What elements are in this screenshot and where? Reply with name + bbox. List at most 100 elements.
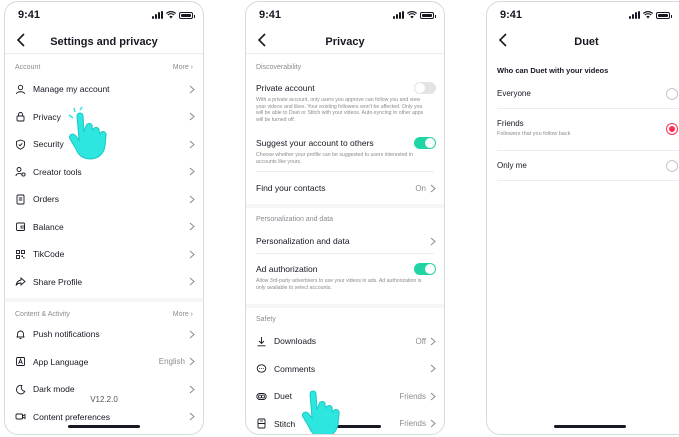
nav-bar: Privacy: [246, 28, 444, 54]
settings-row[interactable]: TikCode: [15, 244, 195, 264]
settings-row[interactable]: Content preferences: [15, 407, 195, 427]
page-title: Privacy: [325, 36, 365, 48]
section-label: Personalization and data: [256, 216, 334, 223]
chevron-right-icon: [189, 222, 195, 231]
option-label: Only me: [497, 161, 527, 170]
tap-hand-icon: [302, 390, 340, 434]
stitch-icon: [256, 418, 267, 429]
chevron-right-icon: [430, 237, 436, 245]
page-title: Duet: [574, 36, 599, 48]
version-label: V12.2.0: [90, 395, 118, 404]
status-bar: 9:41: [246, 2, 444, 26]
ad-authorization-row: Ad authorization: [256, 259, 436, 279]
section-label: Discoverability: [256, 64, 302, 71]
row-label: App Language: [33, 356, 89, 367]
row-label: Push notifications: [33, 329, 100, 339]
chevron-right-icon: [189, 277, 195, 286]
shield-icon: [15, 139, 26, 150]
duet-question: Who can Duet with your videos: [497, 66, 609, 75]
chevron-right-icon: [189, 330, 195, 338]
suggest-account-description: Choose whether your profile can be sugge…: [256, 152, 413, 165]
private-account-row: Private account: [256, 78, 436, 98]
duet-option[interactable]: Friends Followers that you follow back: [497, 115, 678, 145]
private-account-toggle[interactable]: [414, 82, 436, 94]
duet-option[interactable]: Everyone: [497, 85, 678, 103]
settings-row[interactable]: Creator tools: [15, 162, 195, 182]
lock-icon: [15, 111, 26, 122]
orders-icon: [15, 194, 26, 205]
chevron-right-icon: [430, 392, 436, 400]
private-account-description: With a private account, only users you a…: [256, 97, 424, 123]
duet-icon: [256, 391, 267, 402]
section-divider: [5, 298, 203, 302]
row-label: Ad authorization: [256, 264, 318, 274]
page-title: Settings and privacy: [50, 36, 158, 48]
nav-bar: Duet: [487, 28, 679, 54]
chevron-right-icon: [189, 195, 195, 203]
safety-header: Safety: [256, 316, 434, 323]
more-link-label: More: [172, 64, 189, 71]
radio-button[interactable]: [666, 88, 678, 100]
chevron-right-icon: [189, 85, 195, 93]
row-label: Private account: [256, 83, 315, 93]
creator-tools-icon: [15, 166, 26, 177]
row-label: Personalization and data: [256, 236, 350, 246]
row-label: Comments: [274, 363, 316, 374]
row-label: Manage my account: [33, 84, 110, 94]
more-link[interactable]: More ›: [173, 64, 193, 71]
settings-row[interactable]: Orders: [15, 189, 195, 209]
discoverability-header: Discoverability: [256, 64, 434, 71]
status-bar: 9:41: [5, 2, 203, 26]
download-icon: [256, 336, 267, 347]
row-label: TikCode: [33, 249, 65, 259]
section-label: Content & Activity: [15, 311, 70, 318]
battery-icon: [656, 12, 672, 19]
row-label: Orders: [33, 194, 59, 204]
settings-row[interactable]: Downloads Off: [256, 331, 436, 351]
settings-row[interactable]: Comments: [256, 359, 436, 379]
section-label: Account: [15, 64, 41, 71]
status-time: 9:41: [259, 9, 282, 21]
divider: [497, 150, 679, 151]
chevron-right-icon: [189, 140, 195, 148]
signal-icon: [629, 11, 640, 19]
chevron-right-icon: [189, 357, 195, 366]
share-icon: [15, 276, 26, 287]
settings-row[interactable]: Manage my account: [15, 79, 195, 99]
radio-button[interactable]: [666, 123, 678, 135]
radio-button[interactable]: [666, 160, 678, 172]
qr-code-icon: [15, 249, 26, 260]
row-value: Friends: [399, 419, 426, 428]
status-bar: 9:41: [487, 2, 679, 26]
chevron-right-icon: [189, 112, 195, 121]
row-label: Dark mode: [33, 384, 75, 394]
settings-screen: 9:41 Settings and privacy Account More ›…: [4, 1, 204, 435]
video-icon: [15, 411, 26, 422]
row-label: Find your contacts: [256, 183, 326, 193]
settings-row[interactable]: Balance: [15, 217, 195, 237]
option-label: Friends: [497, 119, 524, 128]
chevron-right-icon: [189, 385, 195, 393]
chevron-right-icon: [189, 167, 195, 176]
row-value: Friends: [399, 391, 426, 401]
option-subtitle: Followers that you follow back: [497, 131, 571, 137]
personalization-row[interactable]: Personalization and data: [256, 231, 436, 251]
ad-authorization-toggle[interactable]: [414, 263, 436, 275]
duet-option[interactable]: Only me: [497, 157, 678, 175]
find-contacts-row[interactable]: Find your contacts On: [256, 178, 436, 198]
moon-icon: [15, 384, 26, 395]
settings-row[interactable]: Push notifications: [15, 324, 195, 344]
wifi-icon: [643, 11, 653, 19]
status-time: 9:41: [500, 9, 523, 21]
row-label: Creator tools: [33, 166, 82, 177]
settings-row[interactable]: App Language English: [15, 352, 195, 372]
section-divider: [246, 204, 444, 208]
row-label: Share Profile: [33, 276, 83, 287]
settings-row[interactable]: Share Profile: [15, 272, 195, 292]
chevron-right-icon: [430, 184, 436, 192]
content-section-header: Content & Activity More ›: [15, 311, 193, 318]
more-link[interactable]: More ›: [173, 311, 193, 318]
battery-icon: [420, 12, 436, 19]
privacy-screen: 9:41 Privacy Discoverability Private acc…: [245, 1, 445, 435]
suggest-account-toggle[interactable]: [414, 137, 436, 149]
